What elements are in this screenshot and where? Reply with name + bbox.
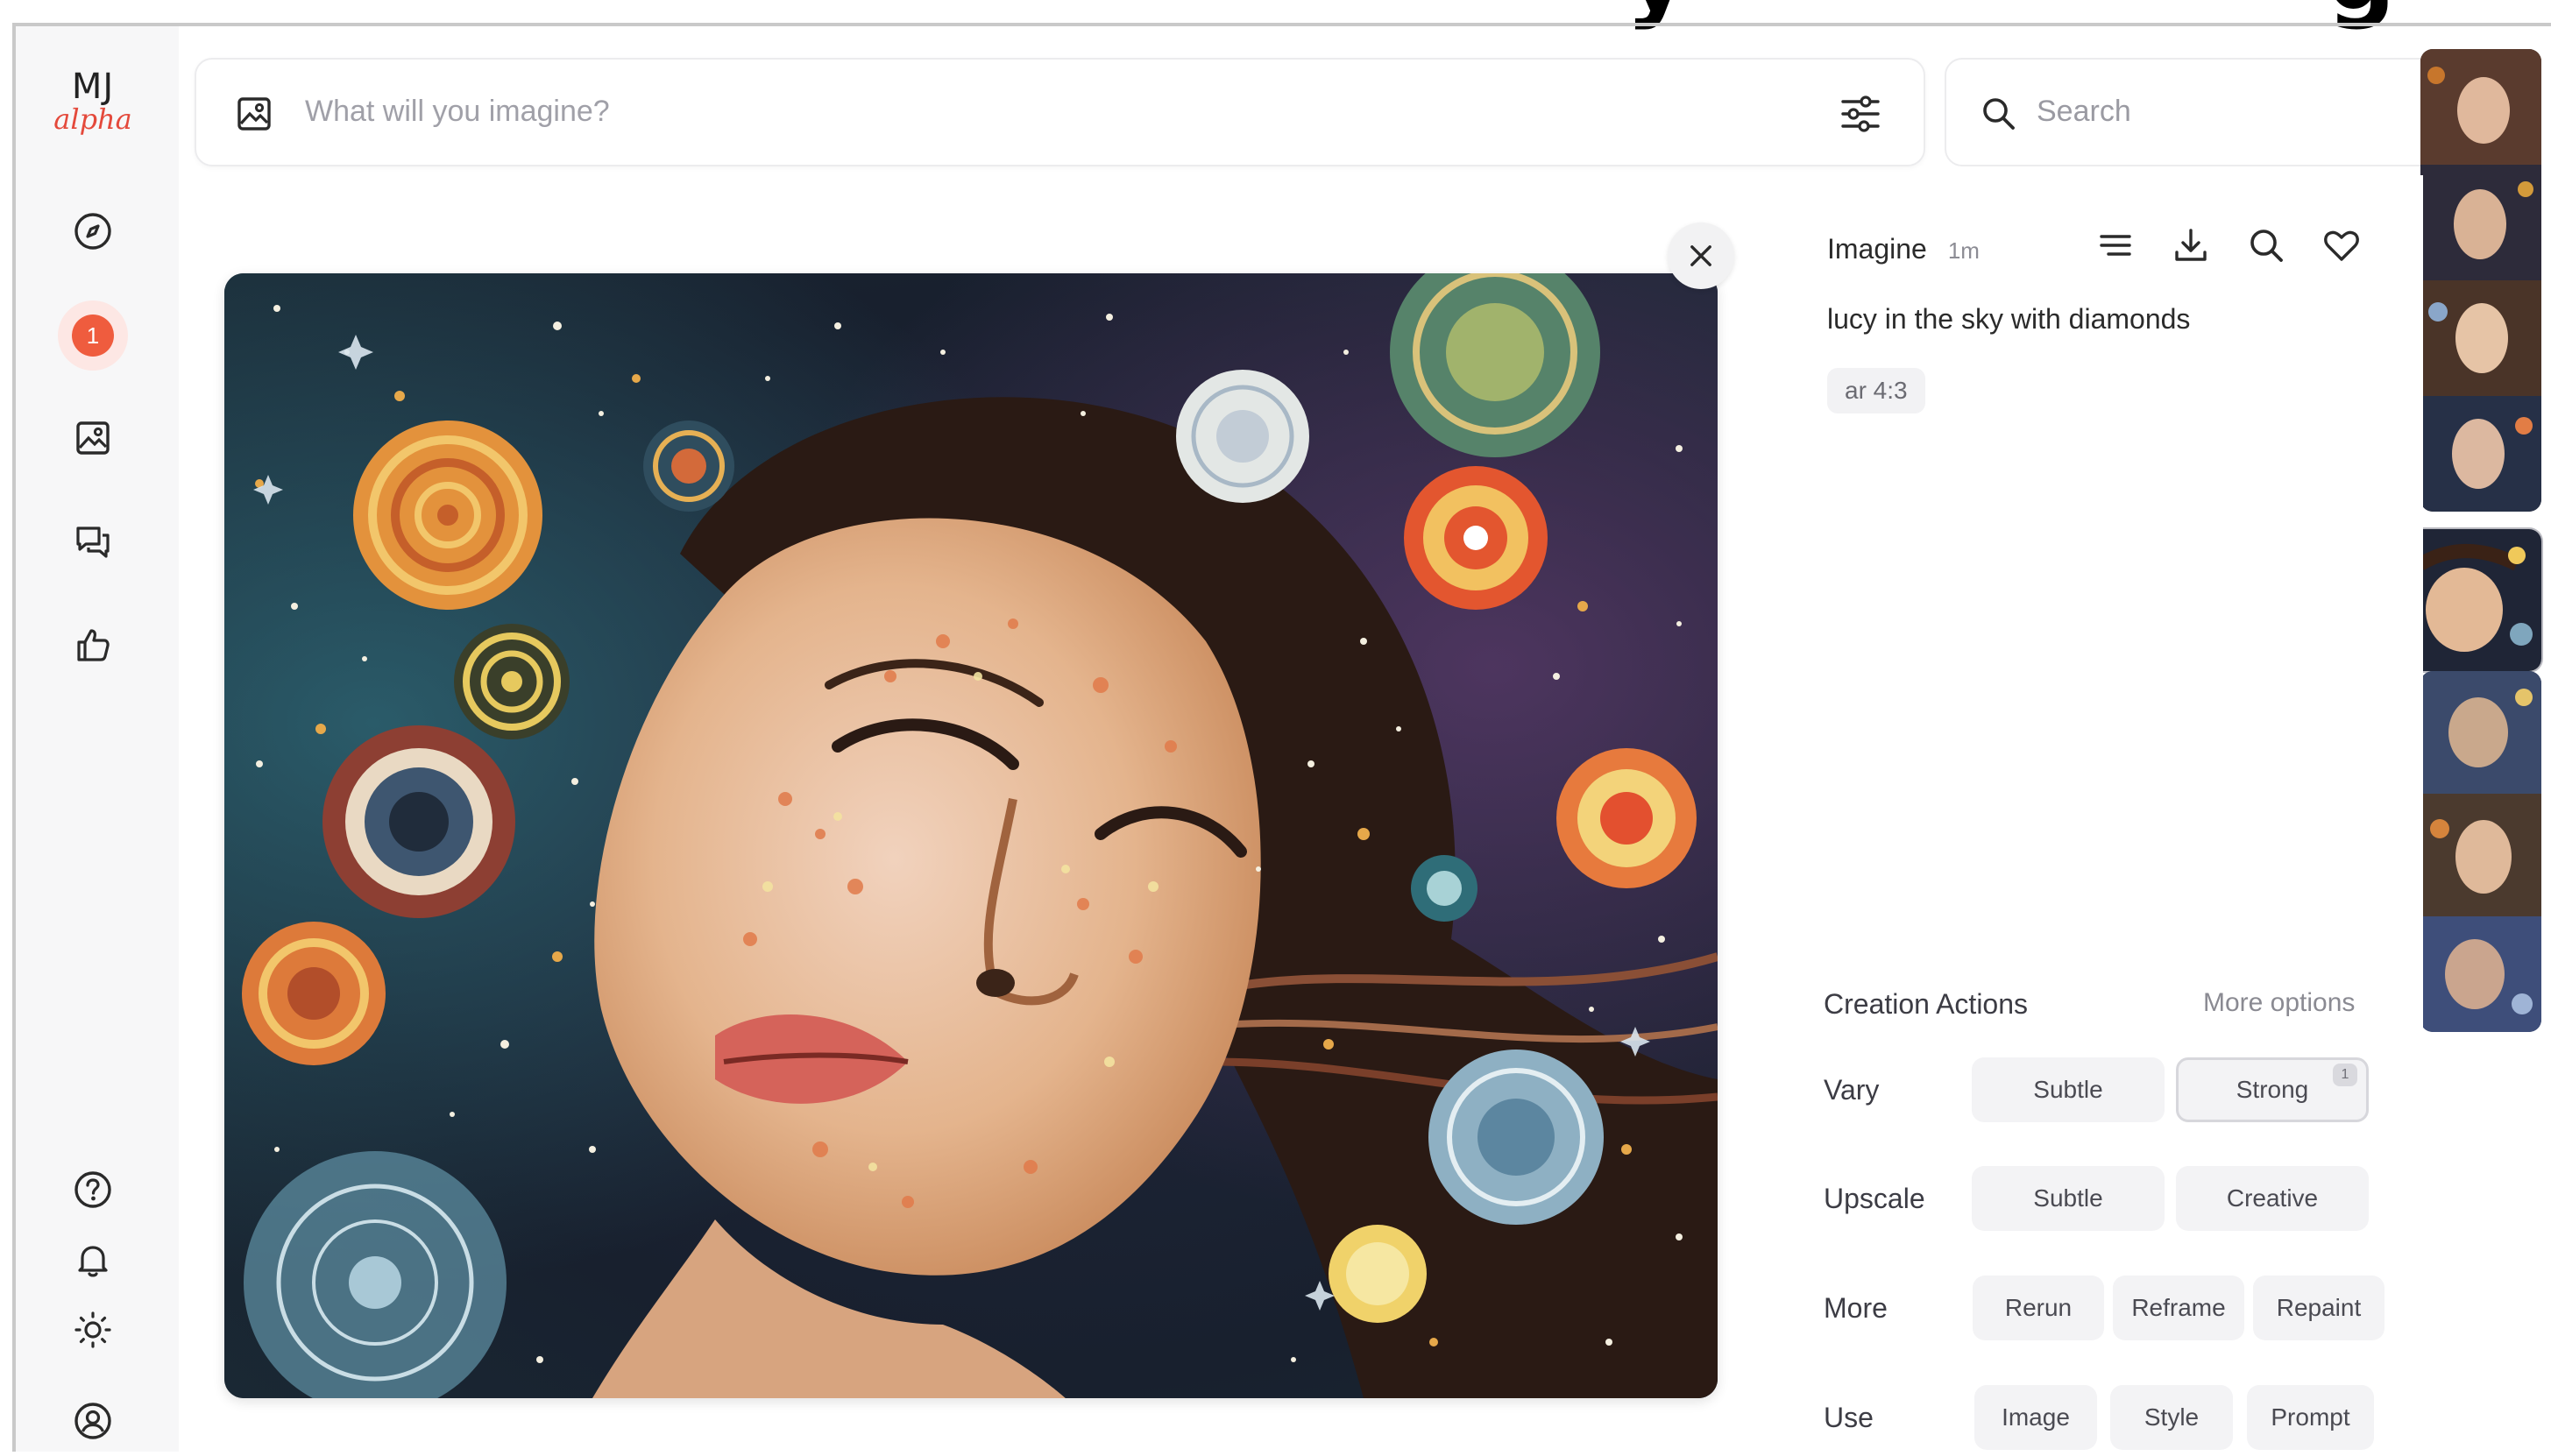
vary-subtle-label: Subtle [2033, 1076, 2103, 1103]
search-similar-icon[interactable] [2245, 224, 2287, 266]
imagine-prompt-bar[interactable]: What will you imagine? [195, 58, 1925, 166]
repaint-button[interactable]: Repaint [2253, 1276, 2384, 1340]
use-style-label: Style [2144, 1403, 2200, 1431]
more-label: More [1824, 1292, 1888, 1324]
detail-panel: Imagine 1m lucy in the sky with diamonds… [1766, 175, 2423, 1452]
repaint-label: Repaint [2276, 1294, 2362, 1321]
rerun-label: Rerun [2004, 1294, 2073, 1321]
search-bar[interactable]: Search [1945, 58, 2470, 166]
use-image-label: Image [2002, 1403, 2070, 1431]
parameter-chip: ar 4:3 [1827, 368, 1925, 413]
profile-icon [74, 1403, 111, 1439]
image-icon [76, 421, 110, 455]
logo-mj-text: MJ [71, 67, 115, 107]
rerun-button[interactable]: Rerun [1973, 1276, 2104, 1340]
logo-alpha-text: alpha [53, 102, 132, 136]
sidebar-profile-button[interactable] [58, 1386, 128, 1456]
vary-strong-label: Strong [2236, 1076, 2309, 1103]
chat-icon [76, 527, 110, 558]
artwork-canvas [224, 273, 1718, 1398]
sidebar-explore-button[interactable] [58, 196, 128, 266]
search-icon [1983, 98, 2015, 130]
vary-strong-button[interactable]: Strong 1 [2176, 1057, 2369, 1122]
heart-icon[interactable] [2321, 224, 2363, 266]
upscale-creative-button[interactable]: Creative [2176, 1166, 2369, 1231]
app-logo[interactable]: MJ alpha [49, 68, 137, 133]
upscale-subtle-label: Subtle [2033, 1184, 2103, 1212]
help-icon [74, 1171, 111, 1208]
sidebar-updates-button[interactable] [58, 1225, 128, 1295]
job-age-label: 1m [1947, 237, 1980, 264]
use-label: Use [1824, 1402, 1874, 1433]
upscale-subtle-button[interactable]: Subtle [1972, 1166, 2165, 1231]
thumbs-up-icon [77, 629, 110, 661]
use-image-button[interactable]: Image [1974, 1385, 2097, 1450]
close-image-button[interactable] [1668, 223, 1734, 289]
close-icon [1690, 245, 1711, 266]
job-type-label: Imagine [1827, 233, 1927, 265]
image-upload-icon[interactable] [233, 93, 275, 135]
search-input-placeholder[interactable]: Search [2037, 95, 2131, 129]
download-icon[interactable] [2170, 224, 2212, 266]
generated-image[interactable] [224, 273, 1718, 1398]
sidebar-notification-button[interactable]: 1 [58, 300, 128, 371]
menu-icon[interactable] [2094, 224, 2136, 266]
reframe-button[interactable]: Reframe [2113, 1276, 2244, 1340]
imagine-input-placeholder[interactable]: What will you imagine? [305, 95, 610, 129]
bell-icon [78, 1246, 108, 1277]
upscale-label: Upscale [1824, 1183, 1925, 1214]
sidebar-chat-button[interactable] [58, 506, 128, 576]
use-prompt-label: Prompt [2271, 1403, 2350, 1431]
upscale-creative-label: Creative [2226, 1184, 2319, 1212]
sidebar-theme-button[interactable] [58, 1295, 128, 1365]
use-prompt-button[interactable]: Prompt [2247, 1385, 2374, 1450]
vary-label: Vary [1824, 1074, 1880, 1106]
sidebar-create-button[interactable] [58, 403, 128, 473]
thumbnail-grid-previous[interactable] [2420, 49, 2541, 512]
more-options-link[interactable]: More options [2203, 988, 2355, 1018]
vary-strong-count: 1 [2333, 1064, 2357, 1086]
vary-subtle-button[interactable]: Subtle [1972, 1057, 2165, 1122]
sun-icon [74, 1311, 111, 1348]
use-style-button[interactable]: Style [2110, 1385, 2233, 1450]
detail-header-actions [2094, 224, 2363, 266]
prompt-text[interactable]: lucy in the sky with diamonds [1827, 303, 2190, 336]
reframe-label: Reframe [2131, 1294, 2226, 1321]
app-frame: y g MJ alpha 1 What will you imagine? [0, 0, 2551, 1452]
settings-sliders-icon[interactable] [1838, 91, 1883, 137]
creation-actions-title: Creation Actions [1824, 988, 2029, 1020]
top-strip: y g [0, 0, 2551, 32]
sidebar-rate-button[interactable] [58, 610, 128, 680]
thumbnail-grid-next[interactable] [2420, 671, 2541, 1032]
notification-count-badge: 1 [72, 315, 114, 357]
detail-header: Imagine 1m [1827, 233, 1980, 265]
compass-icon [74, 213, 111, 250]
sidebar-help-button[interactable] [58, 1155, 128, 1225]
